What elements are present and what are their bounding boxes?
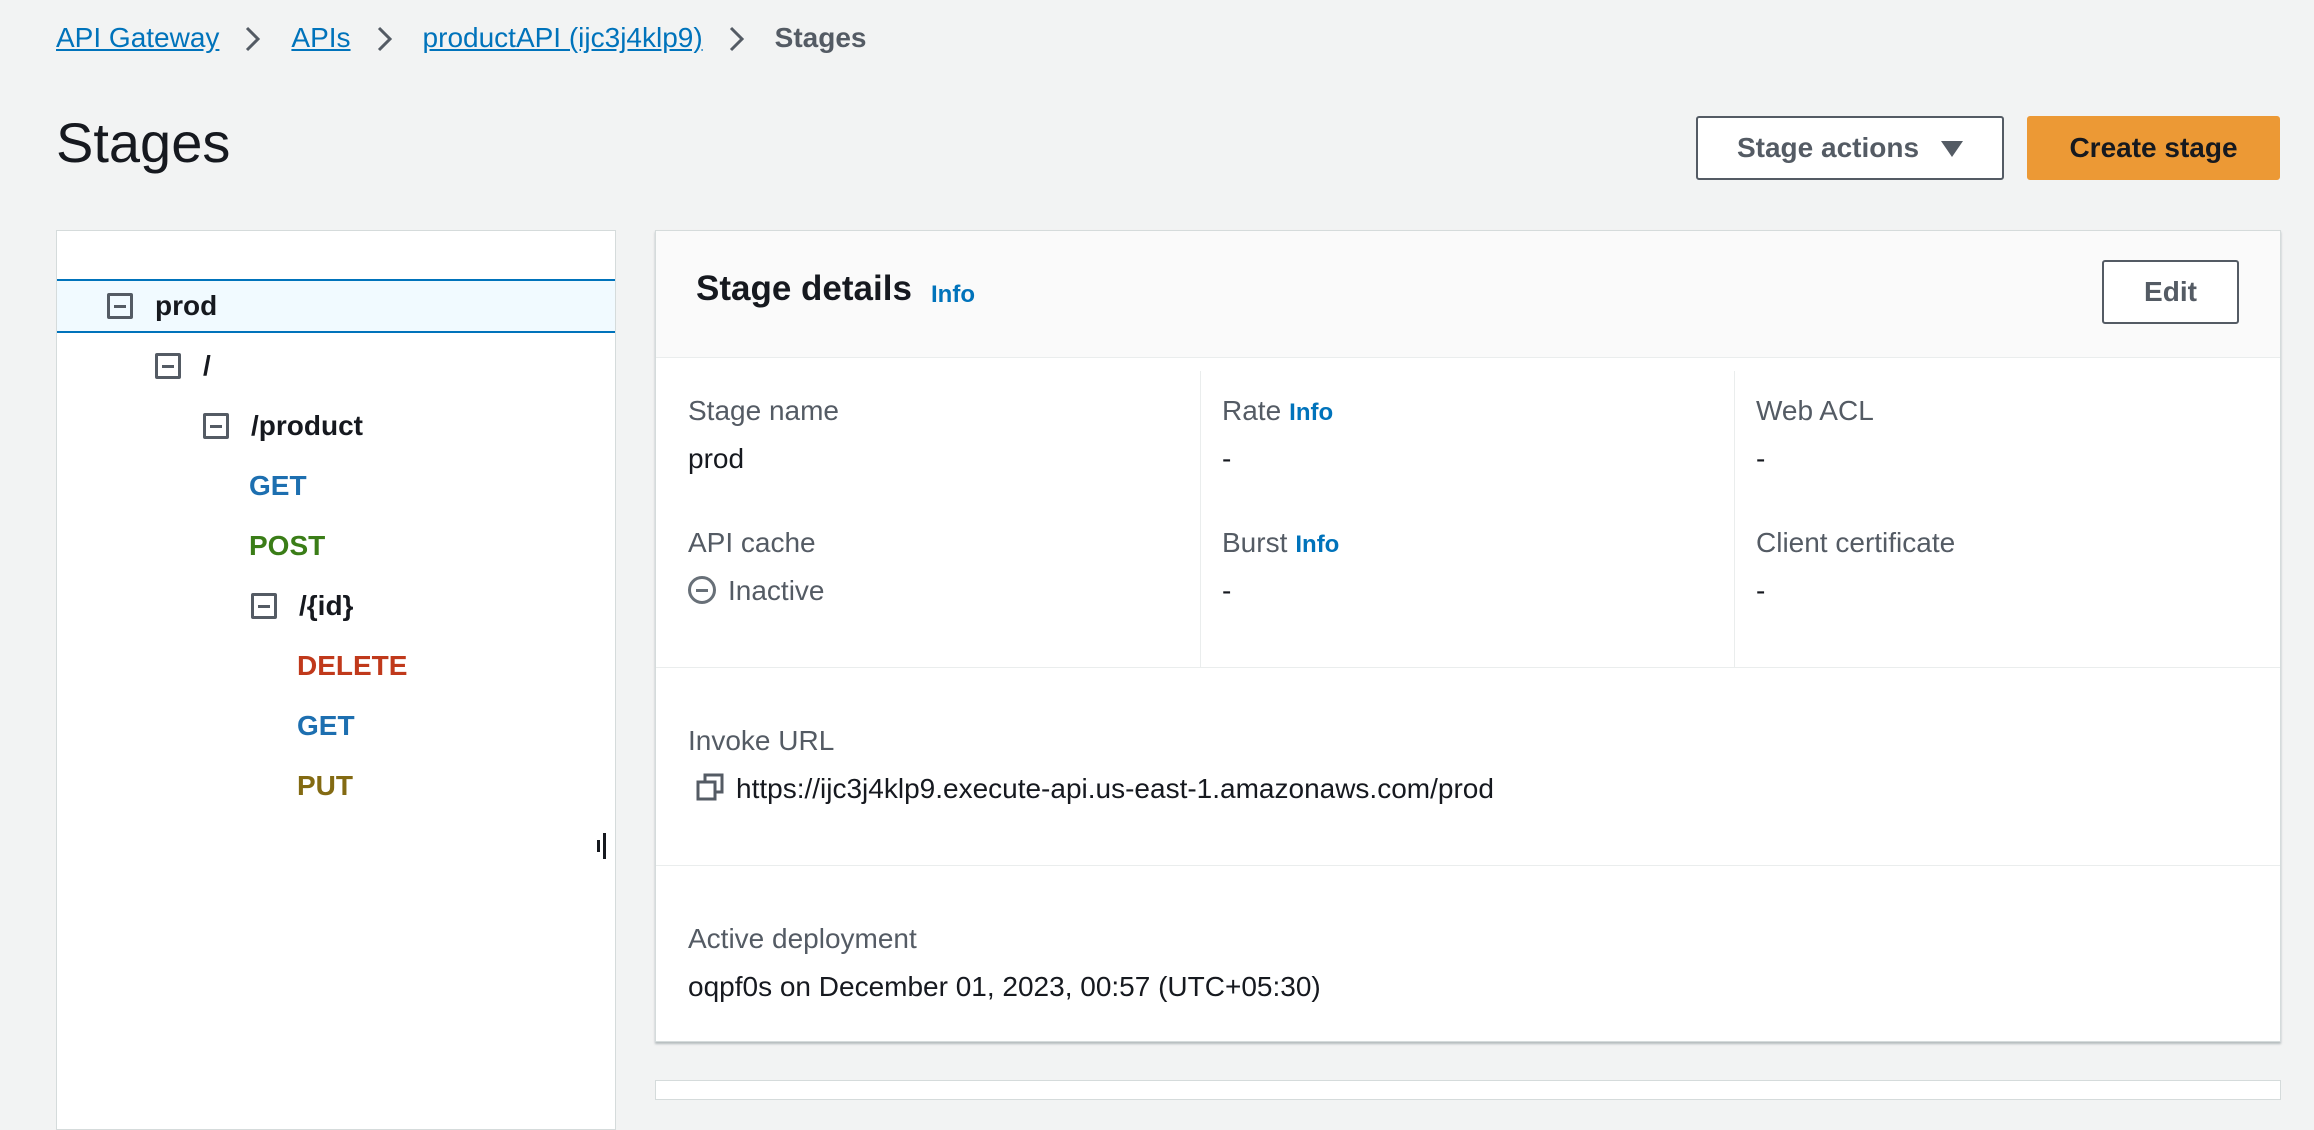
tree-node-root[interactable]: / bbox=[57, 339, 615, 393]
chevron-right-icon bbox=[703, 18, 775, 58]
client-certificate-label: Client certificate bbox=[1756, 527, 1956, 558]
chevron-right-icon bbox=[351, 18, 423, 58]
api-cache-label: API cache bbox=[688, 527, 816, 558]
tree-method-get[interactable]: GET bbox=[57, 699, 615, 753]
status-inactive-icon bbox=[688, 576, 716, 604]
stage-details-info-link[interactable]: Info bbox=[931, 281, 975, 309]
next-panel bbox=[655, 1080, 2281, 1100]
column-divider bbox=[1200, 371, 1201, 667]
tree-node-id[interactable]: /{id} bbox=[57, 579, 615, 633]
api-cache-value: Inactive bbox=[688, 575, 825, 607]
tree-method-delete[interactable]: DELETE bbox=[57, 639, 615, 693]
stage-name-value: prod bbox=[688, 443, 745, 474]
stage-actions-label: Stage actions bbox=[1736, 132, 1920, 163]
web-acl-value: - bbox=[1756, 443, 1766, 474]
method-label: POST bbox=[249, 530, 326, 561]
api-cache-status-text: Inactive bbox=[728, 575, 825, 606]
chevron-right-icon bbox=[219, 18, 291, 58]
invoke-url-label: Invoke URL bbox=[688, 725, 835, 756]
stage-details-panel: Stage details Info Edit Stage name prod … bbox=[655, 230, 2281, 1042]
copy-icon[interactable] bbox=[696, 773, 724, 808]
burst-label: Burst Info bbox=[1222, 527, 1339, 559]
collapse-icon[interactable] bbox=[155, 353, 181, 379]
create-stage-button[interactable]: Create stage bbox=[2027, 116, 2280, 180]
section-divider bbox=[656, 865, 2280, 866]
active-deployment-label: Active deployment bbox=[688, 923, 917, 954]
tree-node-stage-prod[interactable]: prod bbox=[57, 279, 615, 333]
client-certificate-value: - bbox=[1756, 575, 1766, 606]
method-label: PUT bbox=[297, 770, 353, 801]
breadcrumb-current: Stages bbox=[774, 22, 867, 53]
rate-info-link[interactable]: Info bbox=[1289, 399, 1333, 426]
active-deployment-value: oqpf0s on December 01, 2023, 00:57 (UTC+… bbox=[688, 971, 1321, 1002]
breadcrumb-product-api[interactable]: productAPI (ijc3j4klp9) bbox=[423, 22, 703, 54]
breadcrumb-apis[interactable]: APIs bbox=[291, 22, 350, 54]
burst-info-link[interactable]: Info bbox=[1295, 531, 1339, 558]
rate-value: - bbox=[1222, 443, 1232, 474]
tree-method-get[interactable]: GET bbox=[57, 459, 615, 513]
burst-label-text: Burst bbox=[1222, 527, 1288, 558]
rate-label: Rate Info bbox=[1222, 395, 1333, 427]
stage-actions-button[interactable]: Stage actions bbox=[1696, 116, 2004, 180]
burst-value: - bbox=[1222, 575, 1232, 606]
resize-handle-icon[interactable] bbox=[597, 833, 609, 859]
method-label: GET bbox=[249, 470, 307, 501]
section-divider bbox=[656, 667, 2280, 668]
stage-details-title: Stage details bbox=[696, 269, 912, 308]
column-divider bbox=[1734, 371, 1735, 667]
invoke-url-value: https://ijc3j4klp9.execute-api.us-east-1… bbox=[696, 773, 1494, 808]
stage-tree-panel: prod / /product GET POST /{id} DELETE GE… bbox=[56, 230, 616, 1130]
breadcrumb-api-gateway[interactable]: API Gateway bbox=[56, 22, 219, 54]
caret-down-icon bbox=[1941, 132, 1964, 164]
stage-details-header: Stage details Info Edit bbox=[656, 231, 2280, 358]
edit-label: Edit bbox=[2144, 276, 2197, 307]
collapse-icon[interactable] bbox=[251, 593, 277, 619]
tree-node-product[interactable]: /product bbox=[57, 399, 615, 453]
web-acl-label: Web ACL bbox=[1756, 395, 1874, 426]
tree-node-label: / bbox=[203, 350, 211, 381]
collapse-icon[interactable] bbox=[107, 293, 133, 319]
collapse-icon[interactable] bbox=[203, 413, 229, 439]
method-label: GET bbox=[297, 710, 355, 741]
create-stage-label: Create stage bbox=[2069, 132, 2238, 163]
tree-node-label: prod bbox=[155, 290, 218, 321]
breadcrumb: API Gateway APIs productAPI (ijc3j4klp9)… bbox=[56, 18, 867, 58]
tree-node-label: /product bbox=[251, 410, 363, 441]
tree-method-post[interactable]: POST bbox=[57, 519, 615, 573]
method-label: DELETE bbox=[297, 650, 408, 681]
tree-node-label: /{id} bbox=[299, 590, 354, 621]
page-title: Stages bbox=[56, 111, 231, 174]
edit-button[interactable]: Edit bbox=[2102, 260, 2239, 324]
rate-label-text: Rate bbox=[1222, 395, 1282, 426]
stage-name-label: Stage name bbox=[688, 395, 839, 426]
tree-method-put[interactable]: PUT bbox=[57, 759, 615, 813]
invoke-url-text[interactable]: https://ijc3j4klp9.execute-api.us-east-1… bbox=[736, 773, 1494, 804]
